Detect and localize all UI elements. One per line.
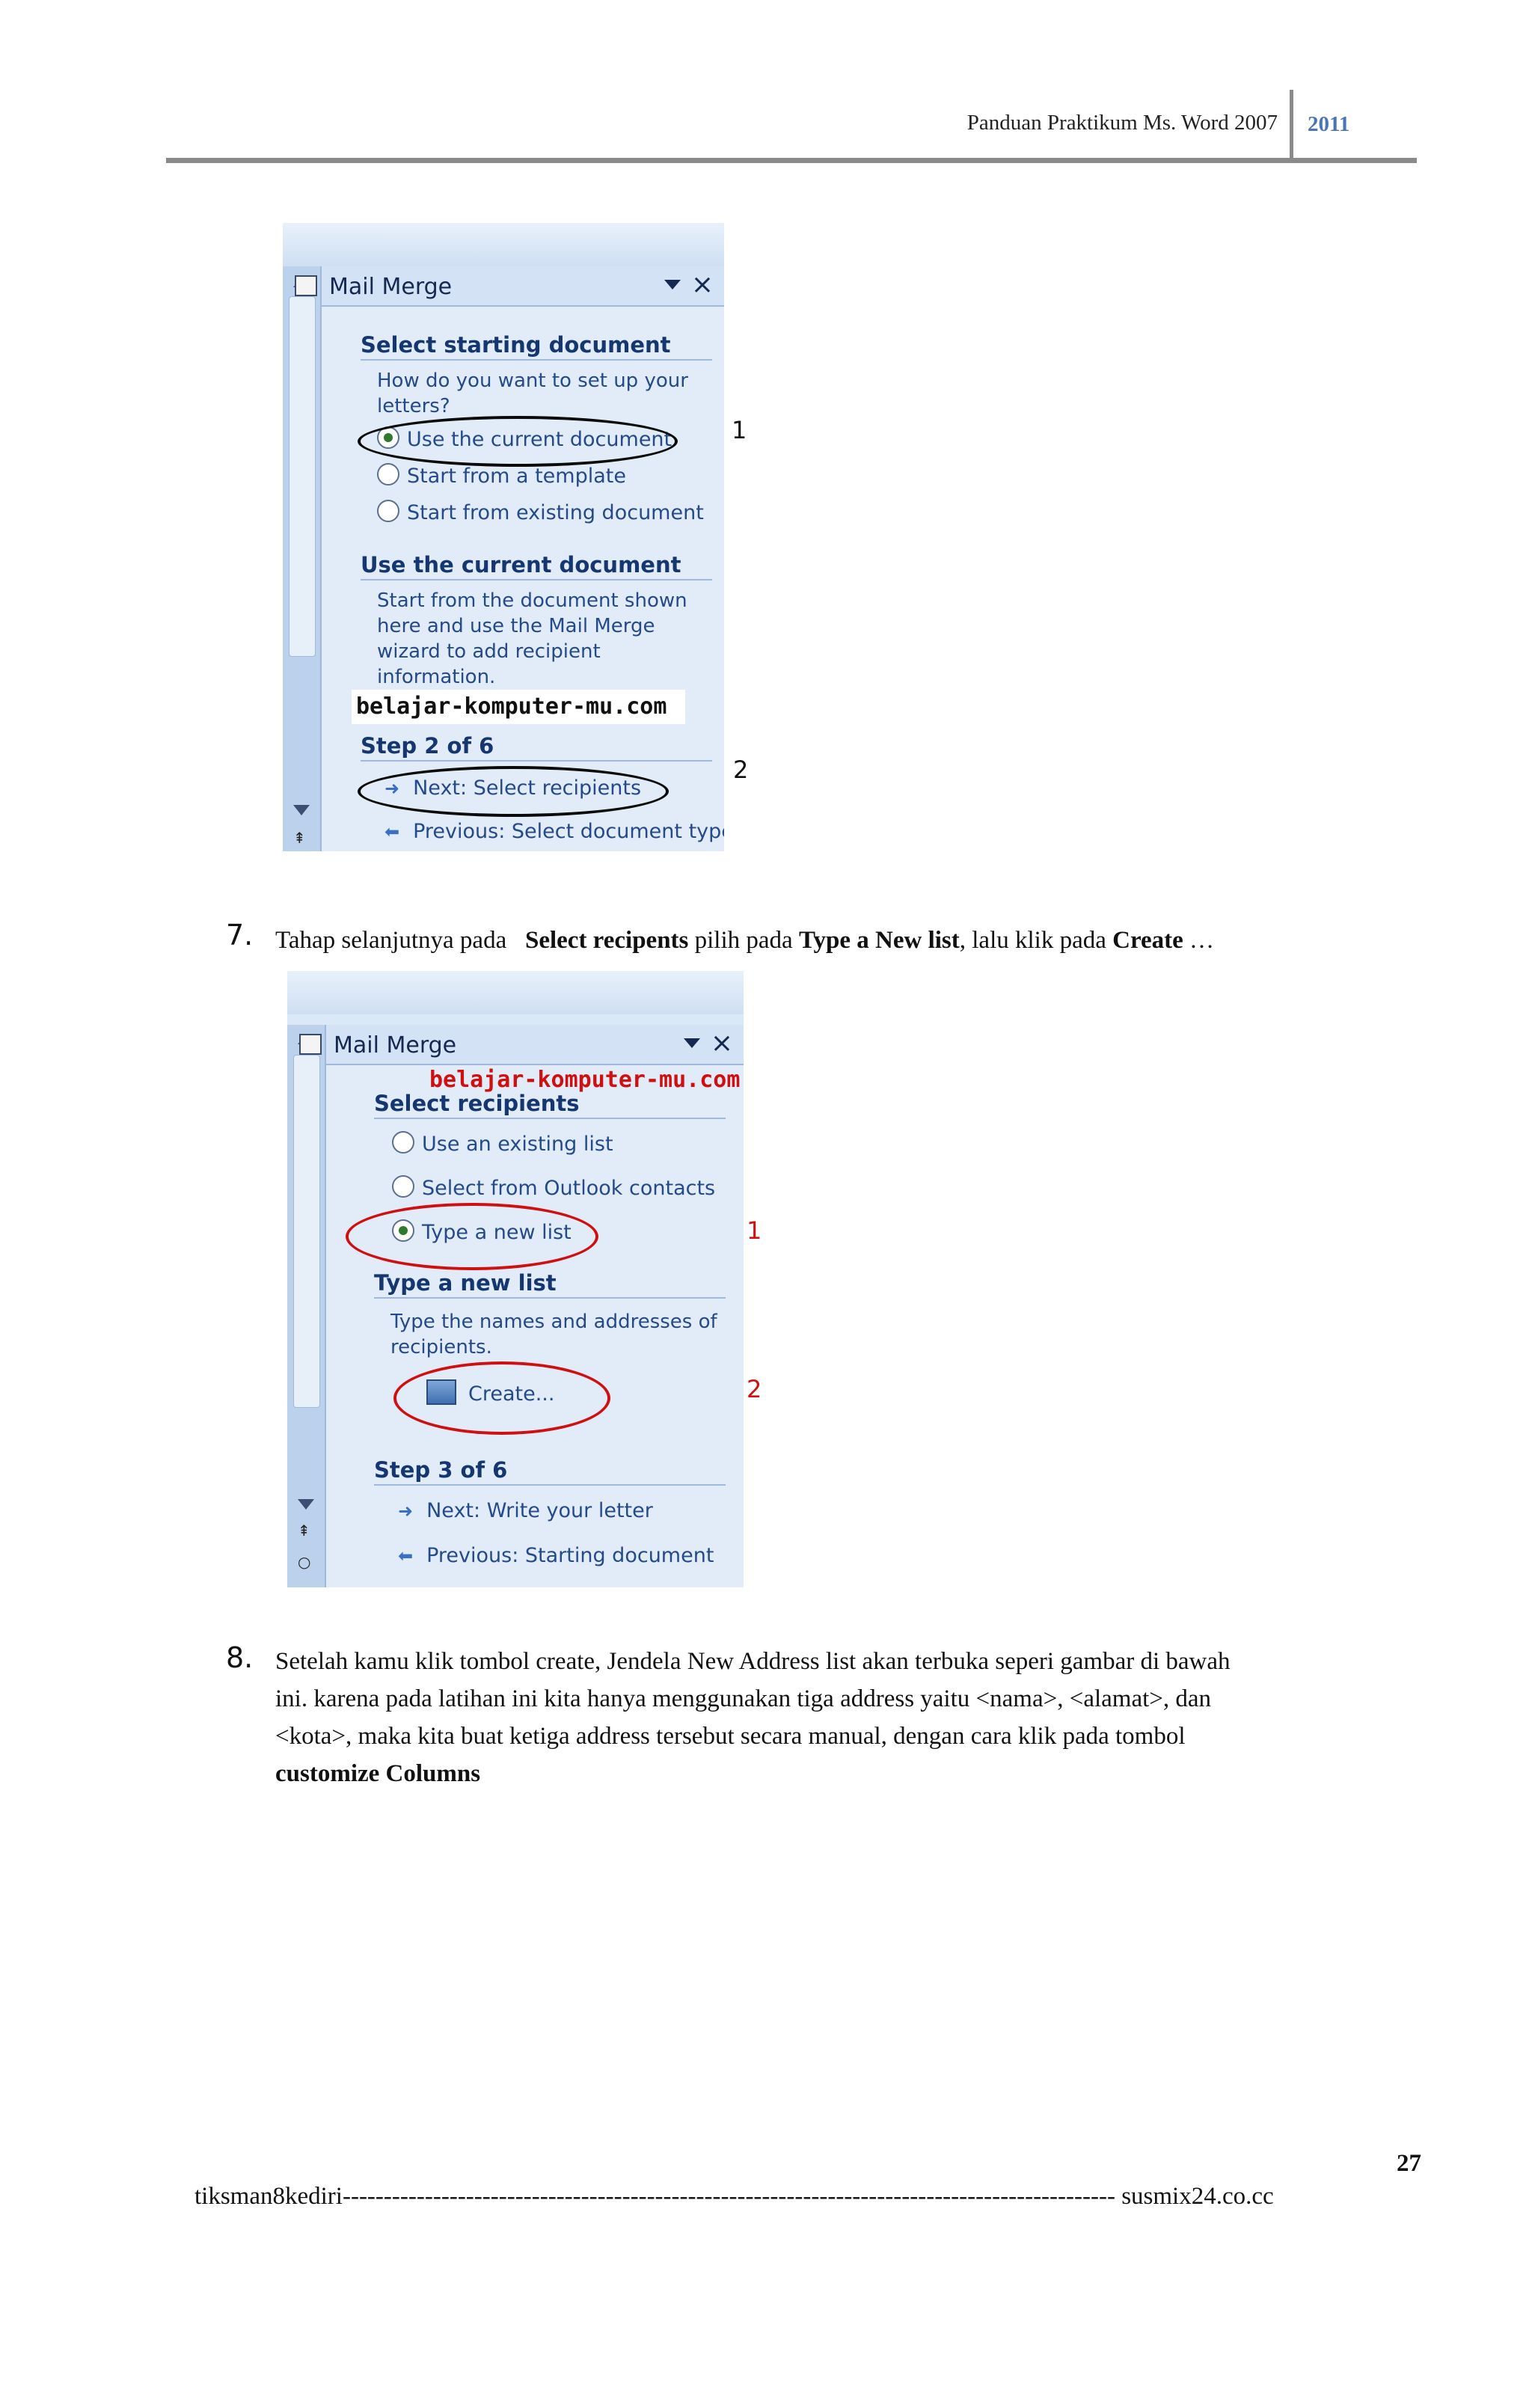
pane-dropdown-icon[interactable]: [664, 280, 681, 289]
watermark: belajar-komputer-mu.com: [429, 1067, 741, 1093]
text: …: [1183, 927, 1215, 954]
previous-starting-document-link[interactable]: ⬅ Previous: Starting document: [398, 1544, 714, 1567]
marker-2: 2: [733, 756, 749, 784]
bold-text: Select recipents: [524, 927, 689, 954]
highlight-ellipse-1: [346, 1203, 598, 1270]
radio-from-template[interactable]: Start from a template: [377, 463, 626, 488]
bold-text: Type a New list: [798, 927, 960, 954]
pane-titlebar: Mail Merge ×: [295, 266, 724, 307]
pane-titlebar: Mail Merge ×: [299, 1025, 744, 1065]
radio-label: Start from existing document: [407, 501, 704, 524]
description-text: Start from the document shown here and u…: [377, 589, 687, 688]
header-year: 2011: [1308, 112, 1350, 136]
mail-merge-icon: [295, 275, 317, 296]
section-divider: [361, 760, 712, 762]
scroll-down-icon[interactable]: [298, 1499, 314, 1510]
section-heading: Select recipients: [374, 1091, 580, 1116]
mail-merge-icon: [299, 1034, 322, 1055]
pane-scrollbar[interactable]: ⇞ ○: [283, 266, 322, 851]
text: Tahap selanjutnya pada: [275, 927, 507, 954]
highlight-ellipse-1: [358, 416, 678, 467]
radio-icon: [392, 1131, 414, 1154]
radio-icon: [392, 1175, 414, 1198]
marker-1: 1: [732, 416, 747, 444]
arrow-left-icon: ⬅: [398, 1545, 414, 1566]
pane-top-band: [283, 223, 724, 266]
section-divider: [361, 359, 712, 361]
question-text: How do you want to set up your letters?: [377, 370, 688, 417]
section-divider: [374, 1484, 726, 1486]
arrow-left-icon: ⬅: [384, 821, 400, 842]
pane-scrollbar[interactable]: ⇞ ○: [287, 1025, 326, 1587]
pane-top-band: [287, 971, 744, 1014]
highlight-ellipse-2: [358, 766, 669, 817]
next-write-letter-link[interactable]: ➜ Next: Write your letter: [398, 1499, 653, 1522]
browse-object-icon[interactable]: ○: [298, 1553, 310, 1571]
scroll-thumb[interactable]: [293, 1055, 320, 1408]
pane-dropdown-icon[interactable]: [684, 1038, 700, 1048]
prev-page-icon[interactable]: ⇞: [293, 829, 306, 847]
radio-icon: [377, 500, 399, 522]
page-number: 27: [1397, 2150, 1421, 2177]
pane-title: Mail Merge: [329, 274, 453, 300]
section-heading: Select starting document: [361, 332, 671, 358]
marker-2: 2: [747, 1375, 762, 1403]
section-divider: [374, 1118, 726, 1119]
link-label: Previous: Starting document: [426, 1544, 714, 1567]
header-title: Panduan Praktikum Ms. Word 2007: [966, 111, 1278, 135]
step-label: Step 2 of 6: [361, 733, 494, 759]
scroll-down-icon[interactable]: [293, 805, 310, 815]
step-7-text: Tahap selanjutnya pada Select recipents …: [275, 922, 1214, 959]
mail-merge-pane-step2: ⇞ ○ Mail Merge × Select starting documen…: [283, 223, 724, 851]
text: , lalu klik pada: [959, 927, 1113, 954]
step-8-number: 8.: [226, 1641, 254, 1674]
radio-outlook-contacts[interactable]: Select from Outlook contacts: [392, 1175, 715, 1200]
radio-existing-list[interactable]: Use an existing list: [392, 1131, 613, 1156]
marker-1: 1: [747, 1216, 762, 1245]
step-label: Step 3 of 6: [374, 1457, 508, 1483]
previous-document-type-link[interactable]: ⬅ Previous: Select document type: [384, 820, 724, 843]
radio-label: Select from Outlook contacts: [422, 1177, 716, 1200]
radio-label: Start from a template: [407, 465, 626, 488]
highlight-ellipse-2: [393, 1361, 610, 1435]
mail-merge-pane-step3: ⇞ ○ Mail Merge × Select recipients belaj…: [287, 971, 744, 1587]
paragraph-line: ini. karena pada latihan ini kita hanya …: [275, 1685, 1212, 1712]
arrow-right-icon: ➜: [398, 1501, 414, 1522]
link-label: Previous: Select document type: [413, 820, 724, 843]
paragraph-line: Setelah kamu klik tombol create, Jendela…: [275, 1648, 1231, 1675]
bold-text: Create: [1112, 927, 1183, 954]
radio-icon: [377, 463, 399, 485]
close-icon[interactable]: ×: [711, 1028, 733, 1059]
pane-title: Mail Merge: [334, 1032, 457, 1059]
step-8-text: Setelah kamu klik tombol create, Jendela…: [275, 1643, 1231, 1792]
prev-page-icon[interactable]: ⇞: [298, 1522, 310, 1540]
watermark: belajar-komputer-mu.com: [352, 690, 685, 724]
section-heading: Type a new list: [374, 1270, 557, 1296]
section-divider: [374, 1297, 726, 1299]
step-7-number: 7.: [226, 919, 254, 952]
footer-text: tiksman8kediri--------------------------…: [194, 2183, 1274, 2210]
section-divider: [361, 579, 712, 580]
section-heading: Use the current document: [361, 552, 681, 578]
bold-text: customize Columns: [275, 1760, 481, 1787]
radio-label: Use an existing list: [422, 1133, 613, 1156]
header-divider: [1290, 90, 1293, 160]
header-rule: [166, 158, 1417, 163]
text: pilih pada: [688, 927, 799, 954]
radio-existing-document[interactable]: Start from existing document: [377, 500, 704, 524]
close-icon[interactable]: ×: [691, 269, 714, 300]
paragraph-line: <kota>, maka kita buat ketiga address te…: [275, 1723, 1186, 1750]
description-text: Type the names and addresses of recipien…: [390, 1311, 717, 1358]
scroll-thumb[interactable]: [289, 296, 316, 657]
link-label: Next: Write your letter: [426, 1499, 653, 1522]
